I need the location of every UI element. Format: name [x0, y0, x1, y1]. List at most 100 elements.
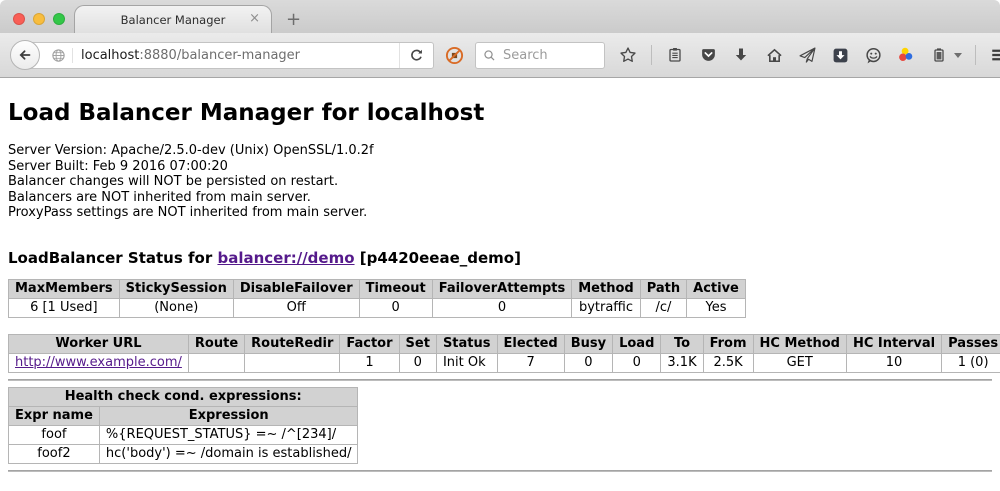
- reload-icon: [409, 48, 424, 63]
- load-cell: 0: [613, 353, 661, 372]
- send-to-device-button[interactable]: [797, 45, 817, 65]
- column-header: Elected: [497, 334, 564, 353]
- factor-cell: 1: [340, 353, 399, 372]
- feedback-button[interactable]: [863, 45, 883, 65]
- table-title-row: Health check cond. expressions:: [9, 387, 358, 406]
- inherit-note-line: Balancers are NOT inherited from main se…: [8, 190, 992, 206]
- column-header: Load: [613, 334, 661, 353]
- downloads-button[interactable]: [731, 45, 751, 65]
- expression-row: foof2 hc('body') =~ /domain is establish…: [9, 444, 358, 463]
- square-download-icon: [832, 47, 849, 64]
- page-content: Load Balancer Manager for localhost Serv…: [0, 78, 1000, 472]
- table-row: 6 [1 Used] (None) Off 0 0 bytraffic /c/ …: [9, 298, 746, 317]
- colorzilla-button[interactable]: [896, 45, 916, 65]
- server-version-line: Server Version: Apache/2.5.0-dev (Unix) …: [8, 143, 992, 159]
- table-cell: /c/: [640, 298, 686, 317]
- busy-cell: 0: [564, 353, 612, 372]
- back-arrow-icon: [17, 47, 33, 63]
- from-cell: 2.5K: [703, 353, 753, 372]
- bookmark-star-button[interactable]: [618, 45, 638, 65]
- column-header: Busy: [564, 334, 612, 353]
- colorzilla-icon: [897, 46, 915, 64]
- worker-url-link[interactable]: http://www.example.com/: [15, 355, 182, 370]
- home-button[interactable]: [764, 45, 784, 65]
- status-cell: Init Ok: [436, 353, 497, 372]
- table-cell: 6 [1 Used]: [9, 298, 120, 317]
- expression-row: foof %{REQUEST_STATUS} =~ /^[234]/: [9, 425, 358, 444]
- table-cell: Yes: [687, 298, 746, 317]
- hc-method-cell: GET: [753, 353, 846, 372]
- status-heading-prefix: LoadBalancer Status for: [8, 249, 217, 267]
- column-header: Worker URL: [9, 334, 189, 353]
- column-header: HC Interval: [846, 334, 941, 353]
- route-cell: [188, 353, 244, 372]
- to-cell: 3.1K: [661, 353, 703, 372]
- worker-status-table: Worker URL Route RouteRedir Factor Set S…: [8, 334, 1000, 373]
- reading-list-button[interactable]: [665, 45, 685, 65]
- column-header: Passes: [942, 334, 1000, 353]
- battery-extension-button[interactable]: [929, 45, 949, 65]
- tab-balancer-manager[interactable]: Balancer Manager ×: [74, 5, 272, 33]
- server-info: Server Version: Apache/2.5.0-dev (Unix) …: [8, 143, 992, 221]
- column-header: FailoverAttempts: [432, 279, 572, 298]
- column-header: Path: [640, 279, 686, 298]
- balancer-demo-link[interactable]: balancer://demo: [217, 249, 354, 267]
- table-cell: 0: [432, 298, 572, 317]
- battery-icon: [931, 47, 947, 63]
- hc-interval-cell: 10: [846, 353, 941, 372]
- elected-cell: 7: [497, 353, 564, 372]
- url-host: localhost: [81, 48, 139, 63]
- reload-button[interactable]: [399, 43, 433, 68]
- zoom-window-button[interactable]: [53, 13, 65, 25]
- pocket-icon: [700, 47, 717, 64]
- column-header: To: [661, 334, 703, 353]
- expr-value-cell: hc('body') =~ /domain is established/: [99, 444, 358, 463]
- new-tab-button[interactable]: +: [286, 9, 301, 30]
- pocket-button[interactable]: [698, 45, 718, 65]
- column-header: Method: [572, 279, 640, 298]
- column-header: Expression: [99, 406, 358, 425]
- column-header: MaxMembers: [9, 279, 120, 298]
- close-window-button[interactable]: [13, 13, 25, 25]
- table-cell: (None): [119, 298, 233, 317]
- table-header-row: Worker URL Route RouteRedir Factor Set S…: [9, 334, 1000, 353]
- balancer-settings-table: MaxMembers StickySession DisableFailover…: [8, 279, 746, 318]
- download-arrow-icon: [733, 47, 749, 63]
- route-redir-cell: [245, 353, 340, 372]
- video-download-button[interactable]: [830, 45, 850, 65]
- chevron-down-icon[interactable]: [954, 53, 962, 58]
- expr-name-cell: foof2: [9, 444, 100, 463]
- health-check-table: Health check cond. expressions: Expr nam…: [8, 387, 358, 464]
- column-header: DisableFailover: [233, 279, 359, 298]
- minimize-window-button[interactable]: [33, 13, 45, 25]
- tab-title: Balancer Manager: [121, 13, 226, 27]
- tab-close-icon[interactable]: ×: [249, 12, 260, 25]
- column-header: Timeout: [359, 279, 432, 298]
- search-input[interactable]: [501, 47, 597, 64]
- server-built-line: Server Built: Feb 9 2016 07:00:20: [8, 159, 992, 175]
- bottom-divider: [8, 470, 992, 472]
- back-button[interactable]: [10, 40, 40, 70]
- column-header: HC Method: [753, 334, 846, 353]
- flashblock-icon: [445, 46, 464, 65]
- expr-name-cell: foof: [9, 425, 100, 444]
- url-text: localhost:8880/balancer-manager: [81, 48, 300, 63]
- health-table-title: Health check cond. expressions:: [9, 387, 358, 406]
- column-header: StickySession: [119, 279, 233, 298]
- urlbar-input[interactable]: localhost:8880/balancer-manager: [24, 42, 434, 69]
- page-title: Load Balancer Manager for localhost: [8, 100, 992, 126]
- expr-value-cell: %{REQUEST_STATUS} =~ /^[234]/: [99, 425, 358, 444]
- search-box[interactable]: [475, 42, 605, 69]
- paper-plane-icon: [799, 47, 816, 64]
- menu-button[interactable]: [989, 45, 1000, 65]
- site-identity-button[interactable]: [45, 48, 73, 63]
- smiley-icon: [865, 47, 882, 64]
- status-heading-suffix: [p4420eeae_demo]: [355, 249, 521, 267]
- section-divider: [8, 379, 992, 381]
- flashblock-extension-button[interactable]: [445, 46, 464, 65]
- column-header: Set: [399, 334, 436, 353]
- window-controls: [13, 13, 65, 25]
- table-cell: 0: [359, 298, 432, 317]
- home-icon: [766, 47, 783, 64]
- browser-toolbar: localhost:8880/balancer-manager: [0, 33, 1000, 78]
